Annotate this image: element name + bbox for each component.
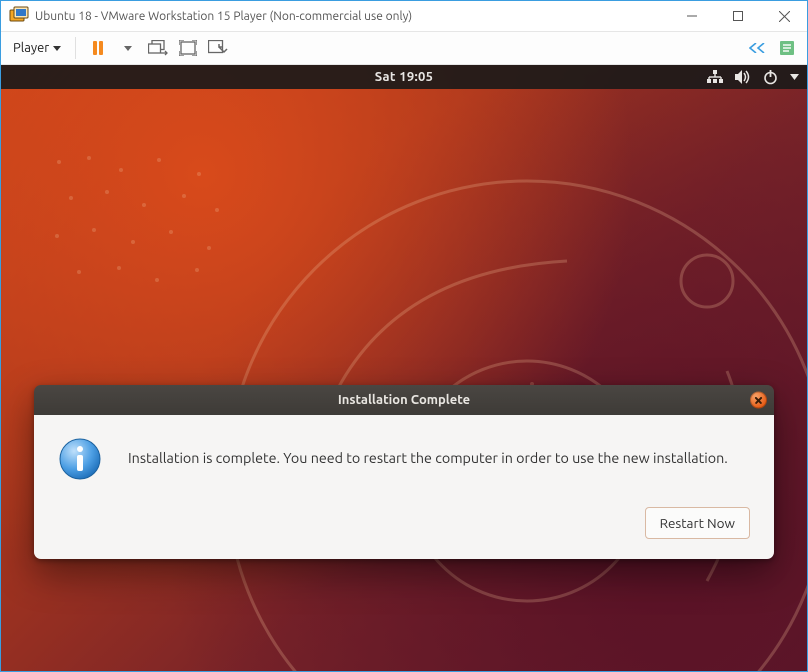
fullscreen-icon [179, 40, 197, 56]
host-window-title: Ubuntu 18 - VMware Workstation 15 Player… [35, 10, 412, 23]
host-toolbar: Player [1, 31, 807, 65]
clock[interactable]: Sat 19:05 [375, 70, 433, 84]
power-menu-button[interactable] [114, 34, 142, 62]
shrink-button[interactable] [743, 34, 771, 62]
gnome-topbar: Sat 19:05 [1, 65, 807, 89]
host-maximize-button[interactable] [715, 1, 761, 31]
send-keys-icon [148, 40, 168, 56]
volume-icon [735, 70, 751, 84]
unity-icon [208, 40, 228, 56]
chevron-down-icon [124, 46, 132, 51]
ubuntu-desktop: Sat 19:05 [1, 65, 807, 671]
player-menu-label: Player [13, 41, 49, 55]
info-icon [58, 437, 102, 481]
notes-icon [779, 40, 795, 56]
toolbar-separator [75, 37, 76, 59]
host-minimize-button[interactable] [669, 1, 715, 31]
unity-mode-button[interactable] [204, 34, 232, 62]
vmware-app-icon [9, 6, 29, 26]
pause-vm-button[interactable] [84, 34, 112, 62]
dialog-body: Installation is complete. You need to re… [34, 415, 774, 559]
send-ctrl-alt-del-button[interactable] [144, 34, 172, 62]
host-close-button[interactable] [761, 1, 807, 31]
status-indicators[interactable] [707, 65, 799, 89]
restart-now-button[interactable]: Restart Now [645, 507, 750, 539]
player-menu[interactable]: Player [7, 37, 67, 59]
dialog-message: Installation is complete. You need to re… [128, 449, 728, 468]
fullscreen-button[interactable] [174, 34, 202, 62]
pause-icon [90, 40, 106, 56]
dialog-title: Installation Complete [338, 393, 470, 407]
dialog-close-button[interactable] [750, 392, 767, 409]
dialog-titlebar[interactable]: Installation Complete [34, 385, 774, 415]
chevron-down-icon [790, 74, 799, 80]
notes-button[interactable] [773, 34, 801, 62]
installation-complete-dialog: Installation Complete [34, 385, 774, 559]
network-icon [707, 70, 723, 84]
wallpaper-pattern [49, 150, 229, 300]
power-icon [763, 70, 778, 85]
guest-viewport: Sat 19:05 [1, 65, 807, 671]
chevron-down-icon [53, 46, 61, 51]
host-titlebar: Ubuntu 18 - VMware Workstation 15 Player… [1, 1, 807, 31]
shrink-icon [749, 43, 765, 53]
vmware-host-window: Ubuntu 18 - VMware Workstation 15 Player… [0, 0, 808, 672]
